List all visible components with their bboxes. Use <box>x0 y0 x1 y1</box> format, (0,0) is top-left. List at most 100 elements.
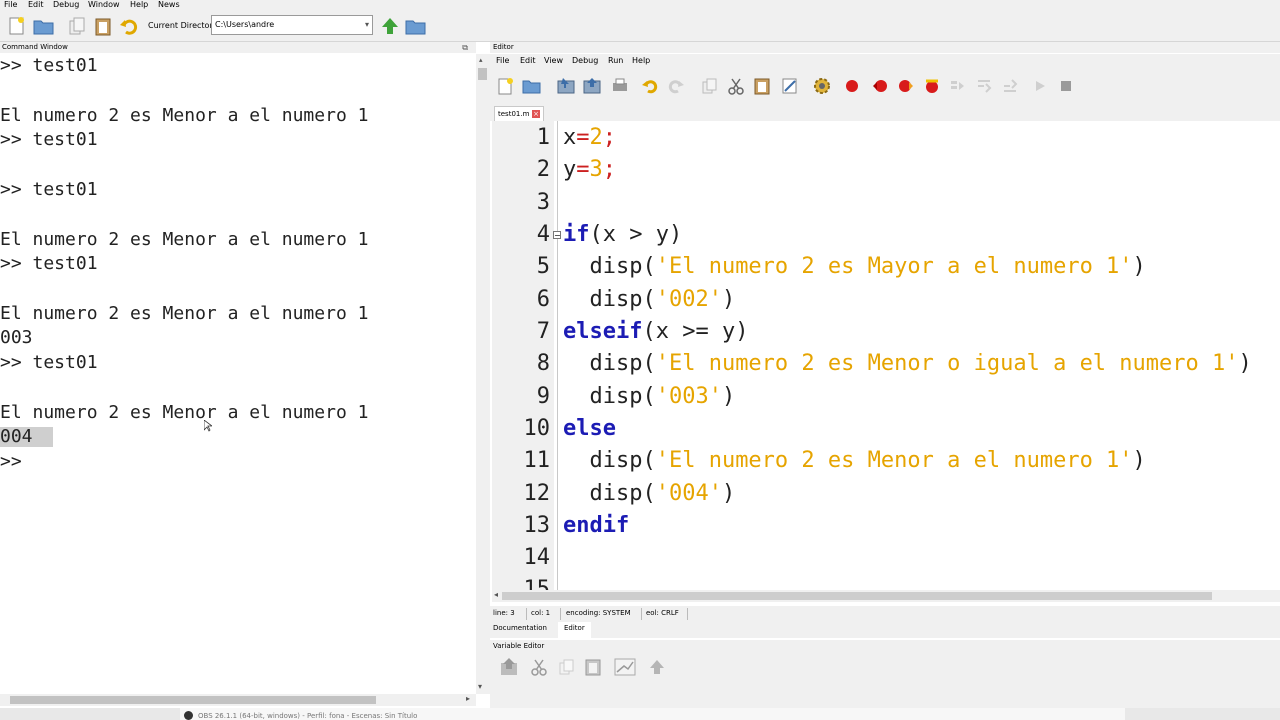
redo-icon[interactable] <box>666 76 686 96</box>
cmd-line: El numero 2 es Menor a el numero 1 <box>0 402 369 423</box>
command-window-output[interactable]: >> test01 El numero 2 es Menor a el nume… <box>0 54 476 694</box>
menu-edit[interactable]: Edit <box>28 0 44 10</box>
cut-icon[interactable] <box>726 76 746 96</box>
new-file-icon[interactable] <box>496 76 516 96</box>
hscroll-thumb[interactable] <box>10 696 376 704</box>
step-over-icon[interactable] <box>948 76 968 96</box>
code-token: = <box>576 125 590 150</box>
new-script-icon[interactable] <box>6 15 28 37</box>
code-line-13: endif <box>563 512 629 540</box>
scroll-left-icon[interactable]: ◂ <box>494 590 498 599</box>
tab-editor[interactable]: Editor <box>558 622 591 638</box>
cmd-line: 003 <box>0 327 33 348</box>
hscroll-thumb[interactable] <box>502 592 1212 600</box>
editor-hscrollbar[interactable]: ◂ <box>492 590 1280 602</box>
next-breakpoint-icon[interactable] <box>896 76 916 96</box>
code-token: ) <box>721 481 736 506</box>
browse-directory-icon[interactable] <box>405 15 427 37</box>
editor-menu-view[interactable]: View <box>544 56 563 65</box>
plot-icon[interactable] <box>614 656 636 678</box>
current-directory-input[interactable]: C:\Users\andre ▾ <box>211 15 373 35</box>
text-cursor-icon <box>204 420 212 432</box>
cmd-prompt[interactable]: >> <box>0 452 22 472</box>
paste-icon[interactable] <box>582 656 604 678</box>
code-token: ) <box>1238 351 1252 376</box>
command-window-titlebar: Command Window ⧉ <box>0 42 476 53</box>
line-number: 2 <box>536 157 550 182</box>
scroll-up-icon[interactable]: ▴ <box>479 56 483 64</box>
menu-help[interactable]: Help <box>130 0 148 10</box>
code-string: '003' <box>655 384 722 409</box>
step-in-icon[interactable] <box>974 76 994 96</box>
prev-breakpoint-icon[interactable] <box>870 76 890 96</box>
undock-icon[interactable]: ⧉ <box>462 42 468 53</box>
code-token: disp( <box>563 287 656 312</box>
scroll-right-icon[interactable]: ▸ <box>466 694 470 703</box>
find-replace-icon[interactable] <box>780 76 800 96</box>
undo-icon[interactable] <box>118 15 140 37</box>
line-number: 5 <box>536 254 550 279</box>
paste-icon[interactable] <box>752 76 772 96</box>
editor-menu-debug[interactable]: Debug <box>572 56 598 65</box>
continue-icon[interactable] <box>1030 76 1050 96</box>
cut-icon[interactable] <box>528 656 550 678</box>
line-number: 4 <box>536 222 550 247</box>
save-icon[interactable] <box>556 76 576 96</box>
line-number: 11 <box>523 448 551 473</box>
copy-icon[interactable] <box>66 15 88 37</box>
close-icon[interactable]: × <box>532 110 540 118</box>
tab-test01[interactable]: test01.m × <box>494 106 544 121</box>
line-number: 14 <box>523 545 551 570</box>
open-file-icon[interactable] <box>522 76 542 96</box>
save-variable-icon[interactable] <box>498 656 520 678</box>
line-number: 12 <box>523 481 551 506</box>
fold-toggle-icon[interactable]: − <box>553 231 561 240</box>
code-string: 'El numero 2 es Menor a el numero 1' <box>655 448 1133 473</box>
breakpoint-icon[interactable] <box>842 76 862 96</box>
code-token: disp( <box>563 351 656 376</box>
parent-directory-icon[interactable] <box>379 15 401 37</box>
cmd-line: >> test01 <box>0 352 98 373</box>
editor-menu-run[interactable]: Run <box>608 56 623 65</box>
cmd-line-selected: 004 <box>0 427 53 447</box>
copy-icon[interactable] <box>556 656 578 678</box>
open-folder-icon[interactable] <box>33 15 55 37</box>
print-icon[interactable] <box>610 76 630 96</box>
taskbar-window-obs[interactable]: OBS 26.1.1 (64-bit, windows) - Perfil: f… <box>180 708 1125 720</box>
undo-icon[interactable] <box>640 76 660 96</box>
line-number: 1 <box>536 125 550 150</box>
menu-window[interactable]: Window <box>88 0 120 10</box>
variable-editor-toolbar <box>490 652 1280 684</box>
command-window-hscrollbar[interactable]: ▸ <box>0 694 476 706</box>
cmd-line: >> test01 <box>0 129 98 150</box>
editor-menu-edit[interactable]: Edit <box>520 56 536 65</box>
command-window-vscrollbar[interactable]: ▴ <box>476 54 490 694</box>
code-line-9: disp('003') <box>563 383 735 411</box>
copy-icon[interactable] <box>700 76 720 96</box>
tab-documentation[interactable]: Documentation <box>493 624 547 632</box>
menu-news[interactable]: News <box>158 0 180 10</box>
clear-breakpoints-icon[interactable] <box>922 76 942 96</box>
paste-icon[interactable] <box>92 15 114 37</box>
run-settings-icon[interactable] <box>812 76 832 96</box>
dock-tabs: Documentation Editor <box>490 622 1280 638</box>
line-number: 10 <box>523 416 551 441</box>
editor-menu-file[interactable]: File <box>496 56 509 65</box>
editor-title: Editor <box>493 43 514 51</box>
menu-debug[interactable]: Debug <box>53 0 79 10</box>
vscroll-thumb[interactable] <box>478 68 487 80</box>
menu-file[interactable]: File <box>4 0 17 10</box>
editor-menu-help[interactable]: Help <box>632 56 650 65</box>
line-number: 6 <box>536 287 550 312</box>
main-menubar: File Edit Debug Window Help News <box>0 0 1280 11</box>
code-line-1: x=2; <box>563 124 616 152</box>
chevron-down-icon[interactable]: ▾ <box>365 16 369 34</box>
up-arrow-icon[interactable] <box>646 656 668 678</box>
stop-icon[interactable] <box>1056 76 1076 96</box>
scroll-down-icon[interactable]: ▾ <box>478 682 482 691</box>
code-line-11: disp('El numero 2 es Menor a el numero 1… <box>563 447 1145 475</box>
taskbar: OBS 26.1.1 (64-bit, windows) - Perfil: f… <box>0 708 1280 720</box>
save-as-icon[interactable] <box>582 76 602 96</box>
step-out-icon[interactable] <box>1000 76 1020 96</box>
status-line: line: 3 <box>493 609 515 617</box>
